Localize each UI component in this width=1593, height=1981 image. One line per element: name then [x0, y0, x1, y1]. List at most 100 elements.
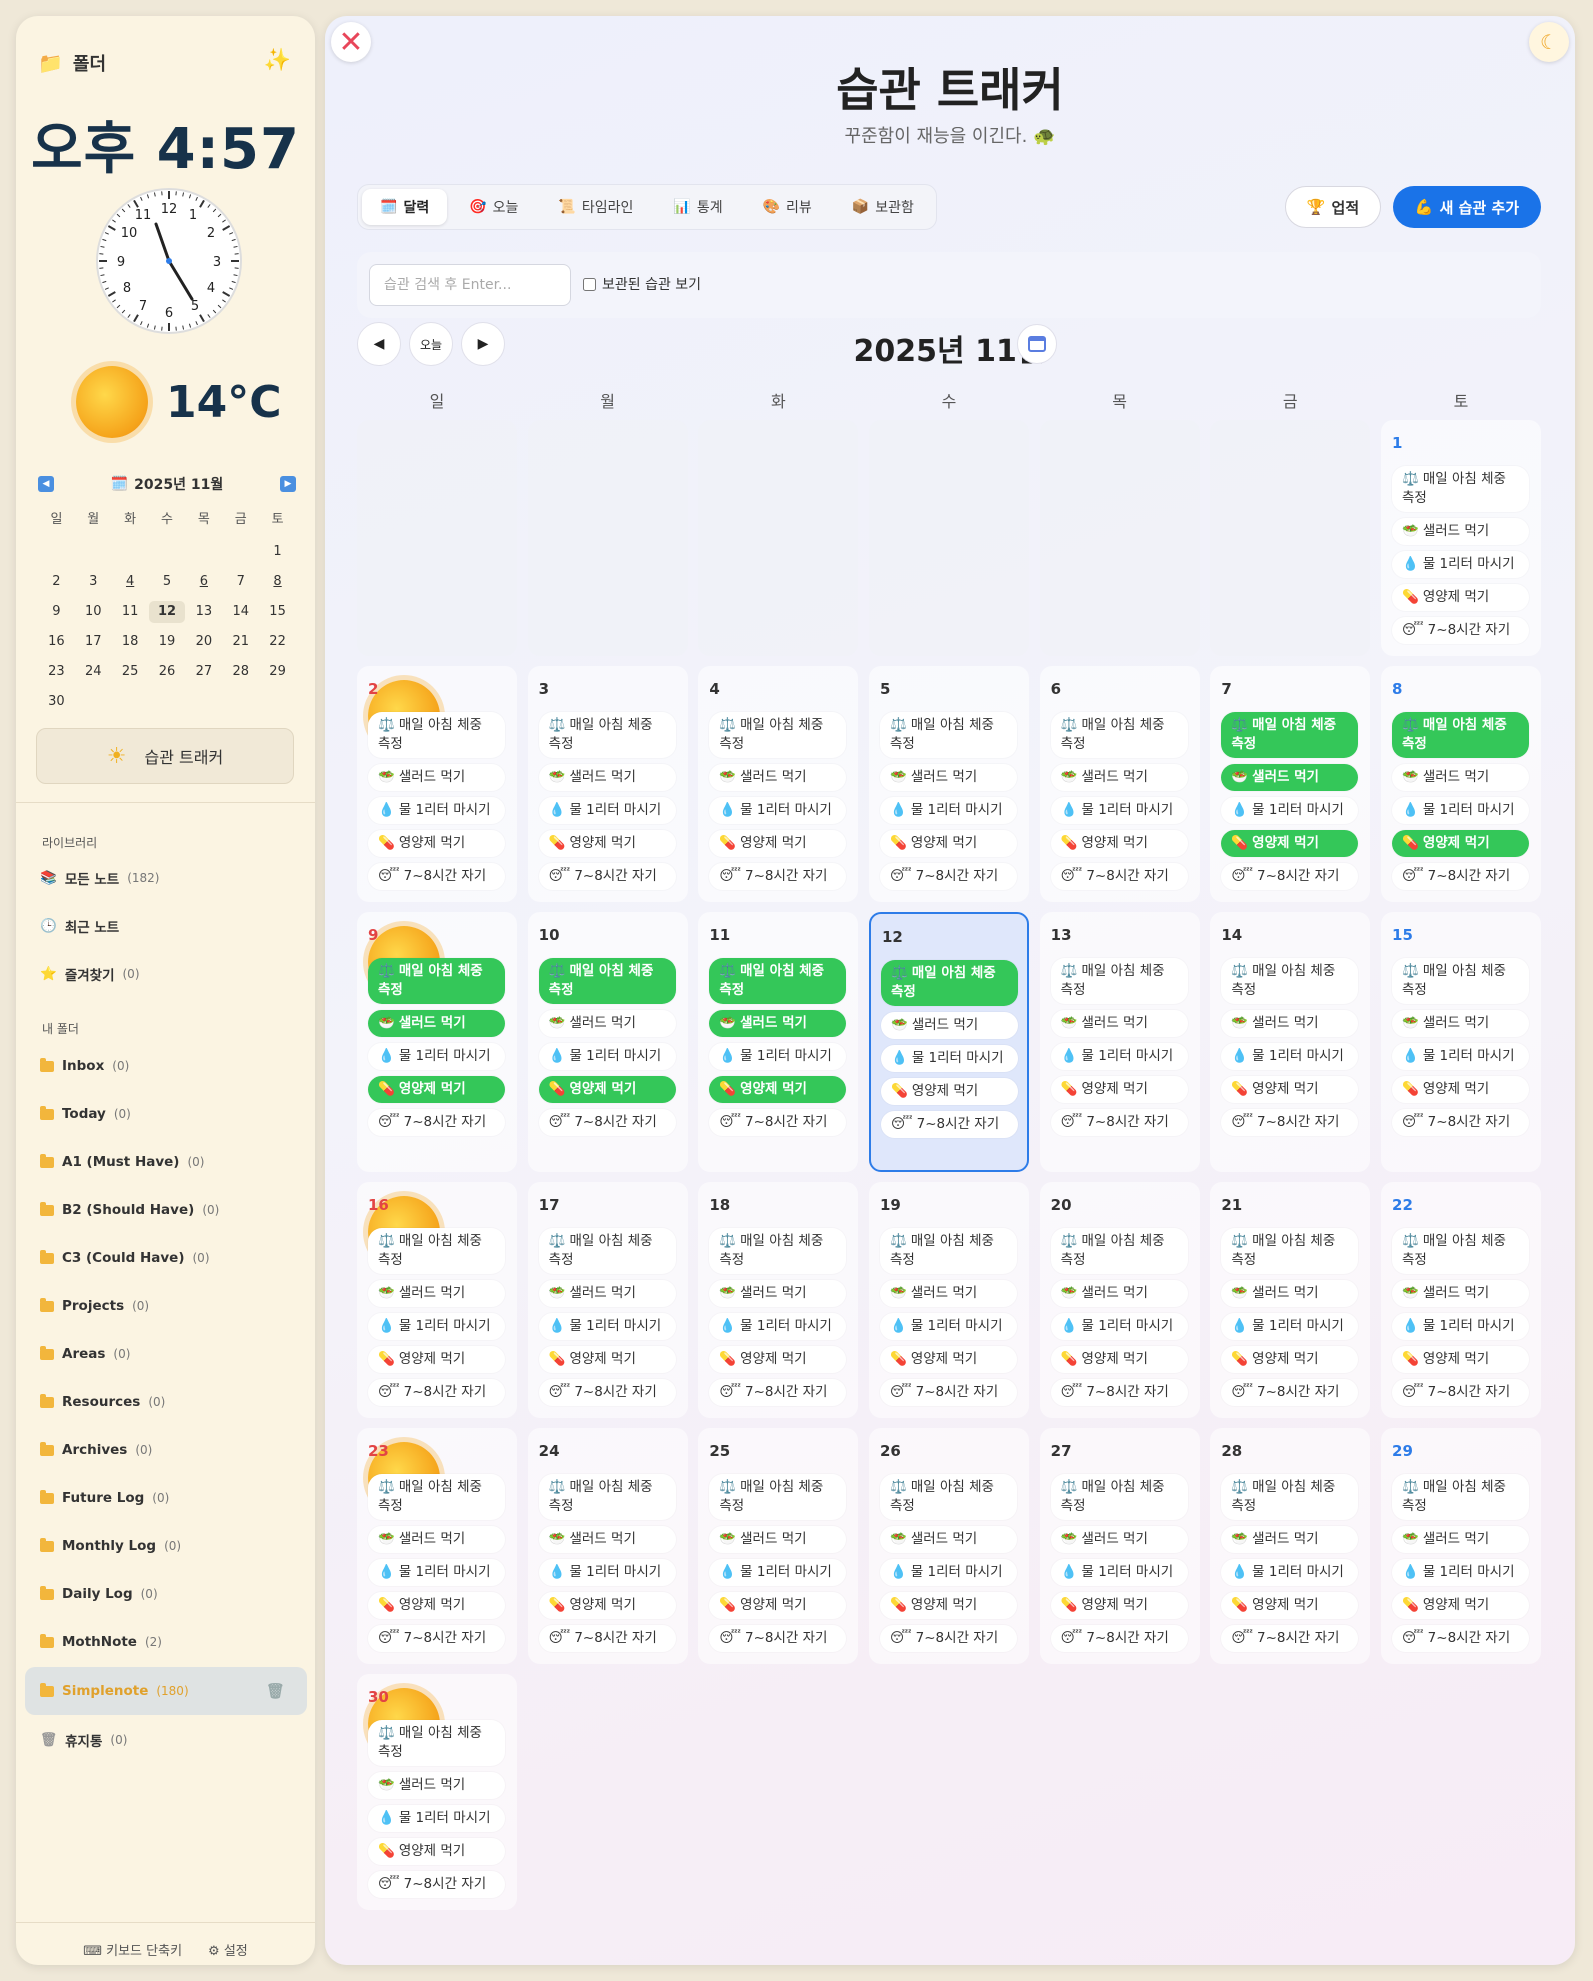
day-cell[interactable]: 28 ⚖️ 매일 아침 체중 측정 🥗 샐러드 먹기 💧 물 1리터 마시기 💊 영양제 먹기 😴… [1210, 1428, 1371, 1664]
habit-chip[interactable]: 💊 영양제 먹기 [1392, 830, 1530, 857]
mini-cal-day[interactable]: 11 [112, 601, 149, 623]
day-cell[interactable]: 29 ⚖️ 매일 아침 체중 측정 🥗 샐러드 먹기 💧 물 1리터 마시기 💊 영양제 먹기 😴… [1381, 1428, 1542, 1664]
habit-chip[interactable]: 💊 영양제 먹기 [1050, 1346, 1188, 1373]
habit-chip[interactable]: 💧 물 1리터 마시기 [709, 1313, 847, 1340]
mini-cal-day[interactable]: 9 [38, 601, 75, 623]
habit-chip[interactable]: 💊 영양제 먹기 [1050, 830, 1188, 857]
day-cell[interactable]: 20 ⚖️ 매일 아침 체중 측정 🥗 샐러드 먹기 💧 물 1리터 마시기 💊 영양제 먹기 😴… [1039, 1182, 1200, 1418]
mini-cal-day[interactable]: 25 [112, 661, 149, 683]
habit-chip[interactable]: ⚖️ 매일 아침 체중 측정 [368, 1474, 505, 1520]
habit-chip[interactable]: 💊 영양제 먹기 [368, 1346, 505, 1373]
habit-chip[interactable]: 💧 물 1리터 마시기 [368, 1805, 505, 1832]
habit-chip[interactable]: ⚖️ 매일 아침 체중 측정 [880, 712, 1017, 758]
habit-chip[interactable]: 💊 영양제 먹기 [368, 1592, 505, 1619]
day-cell[interactable]: 22 ⚖️ 매일 아침 체중 측정 🥗 샐러드 먹기 💧 물 1리터 마시기 💊 영양제 먹기 😴… [1381, 1182, 1542, 1418]
tab-calendar[interactable]: 🗓️ 달력 [362, 189, 448, 225]
habit-chip[interactable]: ⚖️ 매일 아침 체중 측정 [880, 1474, 1017, 1520]
day-cell[interactable]: 7 ⚖️ 매일 아침 체중 측정 🥗 샐러드 먹기 💧 물 1리터 마시기 💊 영양제 먹기 😴 7… [1210, 666, 1371, 902]
habit-chip[interactable]: 💊 영양제 먹기 [1392, 1346, 1530, 1373]
folder-item[interactable]: MothNote (2) [40, 1633, 310, 1650]
habit-chip[interactable]: 💊 영양제 먹기 [709, 830, 847, 857]
habit-chip[interactable]: 🥗 샐러드 먹기 [880, 1280, 1017, 1307]
habit-chip[interactable]: 💊 영양제 먹기 [880, 830, 1017, 857]
habit-chip[interactable]: 💧 물 1리터 마시기 [1221, 1559, 1359, 1586]
folder-item[interactable]: Monthly Log (0) [40, 1537, 310, 1554]
habit-chip[interactable]: 🥗 샐러드 먹기 [538, 764, 676, 791]
mini-cal-day[interactable]: 28 [222, 661, 259, 683]
mini-cal-day[interactable]: 23 [38, 661, 75, 683]
habit-chip[interactable]: 😴 7~8시간 자기 [1050, 1379, 1188, 1406]
mini-cal-day[interactable]: 16 [38, 631, 75, 653]
habit-chip[interactable]: 💧 물 1리터 마시기 [1392, 1559, 1530, 1586]
habit-chip[interactable]: 🥗 샐러드 먹기 [538, 1526, 676, 1553]
habit-chip[interactable]: ⚖️ 매일 아침 체중 측정 [538, 712, 676, 758]
habit-chip[interactable]: ⚖️ 매일 아침 체중 측정 [1392, 466, 1530, 512]
habit-chip[interactable]: 😴 7~8시간 자기 [538, 863, 676, 890]
habit-chip[interactable]: 😴 7~8시간 자기 [368, 1109, 505, 1136]
habit-chip[interactable]: 😴 7~8시간 자기 [1221, 1109, 1359, 1136]
mini-cal-day[interactable]: 1 [259, 541, 296, 563]
habit-chip[interactable]: ⚖️ 매일 아침 체중 측정 [1050, 1228, 1188, 1274]
habit-chip[interactable]: 💧 물 1리터 마시기 [1392, 551, 1530, 578]
habit-chip[interactable]: 💧 물 1리터 마시기 [1221, 1313, 1359, 1340]
mini-cal-day[interactable]: 14 [222, 601, 259, 623]
habit-chip[interactable]: 😴 7~8시간 자기 [880, 1379, 1017, 1406]
habit-chip[interactable]: 🥗 샐러드 먹기 [709, 764, 847, 791]
day-cell[interactable]: 27 ⚖️ 매일 아침 체중 측정 🥗 샐러드 먹기 💧 물 1리터 마시기 💊 영양제 먹기 😴… [1039, 1428, 1200, 1664]
habit-search-input[interactable] [369, 264, 571, 306]
habit-chip[interactable]: 💊 영양제 먹기 [1392, 584, 1530, 611]
mini-cal-day[interactable]: 2 [38, 571, 75, 593]
habit-chip[interactable]: 💊 영양제 먹기 [1392, 1592, 1530, 1619]
habit-chip[interactable]: 🥗 샐러드 먹기 [368, 1526, 505, 1553]
trash-icon[interactable]: 🗑 [266, 1682, 285, 1700]
habit-chip[interactable]: 🥗 샐러드 먹기 [1050, 1010, 1188, 1037]
day-cell[interactable]: 9 ⚖️ 매일 아침 체중 측정 🥗 샐러드 먹기 💧 물 1리터 마시기 💊 영양제 먹기 😴 7… [357, 912, 517, 1172]
settings-link[interactable]: ⚙ 설정 [208, 1940, 248, 1959]
habit-chip[interactable]: 💧 물 1리터 마시기 [538, 1559, 676, 1586]
library-item-1[interactable]: 🕒 최근 노트 [40, 916, 310, 936]
show-archived-checkbox[interactable]: 보관된 습관 보기 [583, 274, 701, 294]
habit-chip[interactable]: 😴 7~8시간 자기 [709, 1379, 847, 1406]
habit-chip[interactable]: 🥗 샐러드 먹기 [1392, 1280, 1530, 1307]
habit-chip[interactable]: 😴 7~8시간 자기 [709, 863, 847, 890]
folder-item[interactable]: Archives (0) [40, 1441, 310, 1458]
habit-chip[interactable]: 😴 7~8시간 자기 [1050, 1109, 1188, 1136]
mini-cal-day[interactable]: 30 [38, 691, 75, 713]
mini-cal-day[interactable]: 13 [185, 601, 222, 623]
habit-chip[interactable]: 🥗 샐러드 먹기 [538, 1280, 676, 1307]
habit-chip[interactable]: ⚖️ 매일 아침 체중 측정 [538, 1228, 676, 1274]
mini-cal-day[interactable]: 27 [185, 661, 222, 683]
day-cell[interactable]: 14 ⚖️ 매일 아침 체중 측정 🥗 샐러드 먹기 💧 물 1리터 마시기 💊 영양제 먹기 😴… [1210, 912, 1371, 1172]
keyboard-shortcuts-link[interactable]: ⌨ 키보드 단축키 [83, 1940, 182, 1959]
mini-cal-day[interactable]: 17 [75, 631, 112, 653]
folder-item[interactable]: Resources (0) [40, 1393, 310, 1410]
habit-chip[interactable]: 😴 7~8시간 자기 [1392, 863, 1530, 890]
mini-cal-day[interactable]: 22 [259, 631, 296, 653]
mini-cal-day[interactable]: 19 [149, 631, 186, 653]
habit-chip[interactable]: 😴 7~8시간 자기 [1221, 1625, 1359, 1652]
habit-chip[interactable]: ⚖️ 매일 아침 체중 측정 [1221, 712, 1359, 758]
mini-cal-day[interactable]: 18 [112, 631, 149, 653]
day-cell-today[interactable]: 12 ⚖️ 매일 아침 체중 측정 🥗 샐러드 먹기 💧 물 1리터 마시기 💊 영양제 먹기 😴… [869, 912, 1029, 1172]
habit-chip[interactable]: 🥗 샐러드 먹기 [1392, 1010, 1530, 1037]
day-cell[interactable]: 23 ⚖️ 매일 아침 체중 측정 🥗 샐러드 먹기 💧 물 1리터 마시기 💊 영양제 먹기 😴… [357, 1428, 517, 1664]
folder-item[interactable]: C3 (Could Have) (0) [40, 1249, 310, 1266]
habit-chip[interactable]: ⚖️ 매일 아침 체중 측정 [368, 712, 505, 758]
day-cell[interactable]: 19 ⚖️ 매일 아침 체중 측정 🥗 샐러드 먹기 💧 물 1리터 마시기 💊 영양제 먹기 😴… [869, 1182, 1029, 1418]
habit-chip[interactable]: 💧 물 1리터 마시기 [368, 797, 505, 824]
habit-chip[interactable]: ⚖️ 매일 아침 체중 측정 [538, 1474, 676, 1520]
habit-chip[interactable]: 🥗 샐러드 먹기 [1392, 518, 1530, 545]
day-cell[interactable]: 10 ⚖️ 매일 아침 체중 측정 🥗 샐러드 먹기 💧 물 1리터 마시기 💊 영양제 먹기 😴… [527, 912, 688, 1172]
habit-chip[interactable]: 💧 물 1리터 마시기 [368, 1043, 505, 1070]
mini-cal-day[interactable]: 8 [259, 571, 296, 593]
habit-chip[interactable]: 💊 영양제 먹기 [880, 1346, 1017, 1373]
habit-chip[interactable]: 😴 7~8시간 자기 [538, 1109, 676, 1136]
habit-chip[interactable]: 😴 7~8시간 자기 [1392, 1625, 1530, 1652]
day-cell[interactable]: 11 ⚖️ 매일 아침 체중 측정 🥗 샐러드 먹기 💧 물 1리터 마시기 💊 영양제 먹기 😴… [698, 912, 859, 1172]
habit-chip[interactable]: 💧 물 1리터 마시기 [1050, 797, 1188, 824]
habit-chip[interactable]: 😴 7~8시간 자기 [1050, 863, 1188, 890]
folder-item[interactable]: Inbox (0) [40, 1057, 310, 1074]
habit-chip[interactable]: 😴 7~8시간 자기 [880, 863, 1017, 890]
habit-chip[interactable]: 💊 영양제 먹기 [538, 830, 676, 857]
habit-chip[interactable]: ⚖️ 매일 아침 체중 측정 [709, 1228, 847, 1274]
